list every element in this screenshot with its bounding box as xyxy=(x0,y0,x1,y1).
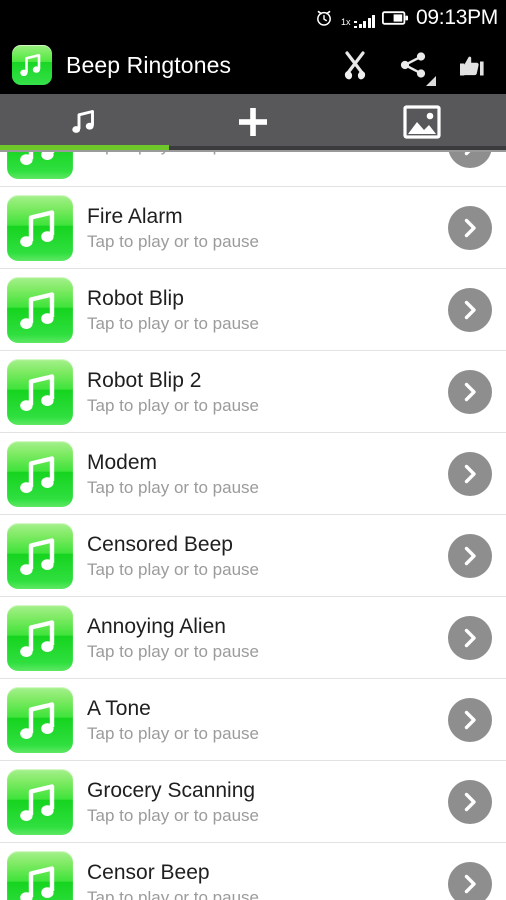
ringtone-details-button[interactable] xyxy=(448,287,492,332)
ringtone-row[interactable]: Censored Beep Tap to play or to pause xyxy=(0,515,506,597)
ringtone-details-button[interactable] xyxy=(448,533,492,578)
tab-ringtones[interactable] xyxy=(0,94,169,150)
cut-button[interactable] xyxy=(326,36,384,94)
action-bar: Beep Ringtones xyxy=(0,36,506,94)
ringtone-row[interactable]: A Tone Tap to play or to pause xyxy=(0,679,506,761)
share-button[interactable] xyxy=(384,36,442,94)
rate-button[interactable] xyxy=(442,36,500,94)
music-note-icon xyxy=(7,152,73,179)
ringtone-subtitle: Tap to play or to pause xyxy=(87,723,260,743)
ringtone-row[interactable]: Robot Blip Tap to play or to pause xyxy=(0,269,506,351)
app-screen: 1x 09:13PM Beep Ringtones Fire Alarm Tap… xyxy=(0,0,506,900)
ringtone-title: Robot Blip xyxy=(87,286,184,310)
ringtone-title: Grocery Scanning xyxy=(87,778,256,802)
ringtone-subtitle: Tap to play or to pause xyxy=(87,559,260,579)
ringtone-row[interactable]: Fire Alarm Tap to play or to pause xyxy=(0,187,506,269)
music-note-icon xyxy=(7,440,73,507)
ringtone-row[interactable]: Modem Tap to play or to pause xyxy=(0,433,506,515)
ringtone-details-button[interactable] xyxy=(448,697,492,742)
ringtone-title: Robot Blip 2 xyxy=(87,368,202,392)
music-note-icon xyxy=(7,686,73,753)
ringtone-row-text: Censored Beep Tap to play or to pause xyxy=(73,533,448,579)
ringtone-subtitle: Tap to play or to pause xyxy=(87,231,260,251)
ringtone-row[interactable]: Censor Beep Tap to play or to pause xyxy=(0,843,506,900)
ringtone-row-text: Robot Blip 2 Tap to play or to pause xyxy=(73,369,448,415)
music-note-icon xyxy=(7,768,73,835)
ringtone-subtitle: Tap to play or to pause xyxy=(87,477,260,497)
ringtone-row-text: Modem Tap to play or to pause xyxy=(73,451,448,497)
music-note-icon xyxy=(7,850,73,900)
signal-bars-icon: 1x xyxy=(341,8,376,28)
ringtone-details-button[interactable] xyxy=(448,205,492,250)
ringtone-title: Censored Beep xyxy=(87,532,233,556)
ringtone-subtitle: Tap to play or to pause xyxy=(87,313,260,333)
ringtone-title: Modem xyxy=(87,450,158,474)
ringtone-details-button[interactable] xyxy=(448,152,492,168)
ringtone-list[interactable]: Tap to play or to pause Fire Alarm Tap to … xyxy=(0,152,506,900)
ringtone-row[interactable]: Annoying Alien Tap to play or to pause xyxy=(0,597,506,679)
chevron-down-icon xyxy=(425,75,436,86)
tab-bar xyxy=(0,94,506,150)
ringtone-row-text: Tap to play or to pause xyxy=(73,152,448,155)
action-bar-buttons xyxy=(326,36,500,94)
signal-dots xyxy=(353,12,357,28)
battery-icon xyxy=(382,10,409,26)
tab-wallpapers[interactable] xyxy=(337,94,506,150)
ringtone-row-text: Fire Alarm Tap to play or to pause xyxy=(73,205,448,251)
ringtone-row[interactable]: Tap to play or to pause xyxy=(0,152,506,187)
network-type-label: 1x xyxy=(341,17,351,27)
music-note-icon xyxy=(7,194,73,261)
signal-bars xyxy=(358,12,376,28)
image-icon xyxy=(403,105,441,139)
ringtone-details-button[interactable] xyxy=(448,451,492,496)
ringtone-details-button[interactable] xyxy=(448,369,492,414)
ringtone-row-text: Annoying Alien Tap to play or to pause xyxy=(73,615,448,661)
ringtone-title: Censor Beep xyxy=(87,860,210,884)
ringtone-list-inner: Tap to play or to pause Fire Alarm Tap to … xyxy=(0,152,506,900)
ringtone-subtitle: Tap to play or to pause xyxy=(87,395,260,415)
ringtone-row-text: Censor Beep Tap to play or to pause xyxy=(73,861,448,900)
page-title: Beep Ringtones xyxy=(66,51,232,78)
music-note-icon xyxy=(7,358,73,425)
plus-icon xyxy=(233,102,273,142)
music-note-icon xyxy=(7,276,73,343)
ringtone-subtitle: Tap to play or to pause xyxy=(87,641,260,661)
ringtone-title: Annoying Alien xyxy=(87,614,226,638)
ringtone-title: A Tone xyxy=(87,696,151,720)
ringtone-row[interactable]: Robot Blip 2 Tap to play or to pause xyxy=(0,351,506,433)
status-bar-clock: 09:13PM xyxy=(416,6,498,29)
tab-indicator xyxy=(337,146,506,150)
music-note-icon xyxy=(66,104,102,140)
status-bar: 1x 09:13PM xyxy=(0,0,506,36)
ringtone-subtitle: Tap to play or to pause xyxy=(87,887,260,900)
ringtone-row-text: A Tone Tap to play or to pause xyxy=(73,697,448,743)
tab-indicator xyxy=(168,146,338,150)
tab-add[interactable] xyxy=(168,94,338,150)
tab-active-indicator xyxy=(0,145,169,150)
ringtone-row[interactable]: Grocery Scanning Tap to play or to pause xyxy=(0,761,506,843)
ringtone-row-text: Grocery Scanning Tap to play or to pause xyxy=(73,779,448,825)
ringtone-subtitle: Tap to play or to pause xyxy=(87,152,448,155)
ringtone-details-button[interactable] xyxy=(448,615,492,660)
ringtone-row-text: Robot Blip Tap to play or to pause xyxy=(73,287,448,333)
music-note-icon xyxy=(7,522,73,589)
scissors-icon xyxy=(338,48,372,82)
ringtone-details-button[interactable] xyxy=(448,861,492,900)
ringtone-title: Fire Alarm xyxy=(87,204,183,228)
thumbs-up-icon xyxy=(454,48,488,82)
music-note-app-icon xyxy=(12,45,52,85)
music-note-icon xyxy=(7,604,73,671)
alarm-clock-icon xyxy=(314,8,334,28)
ringtone-details-button[interactable] xyxy=(448,779,492,824)
ringtone-subtitle: Tap to play or to pause xyxy=(87,805,260,825)
